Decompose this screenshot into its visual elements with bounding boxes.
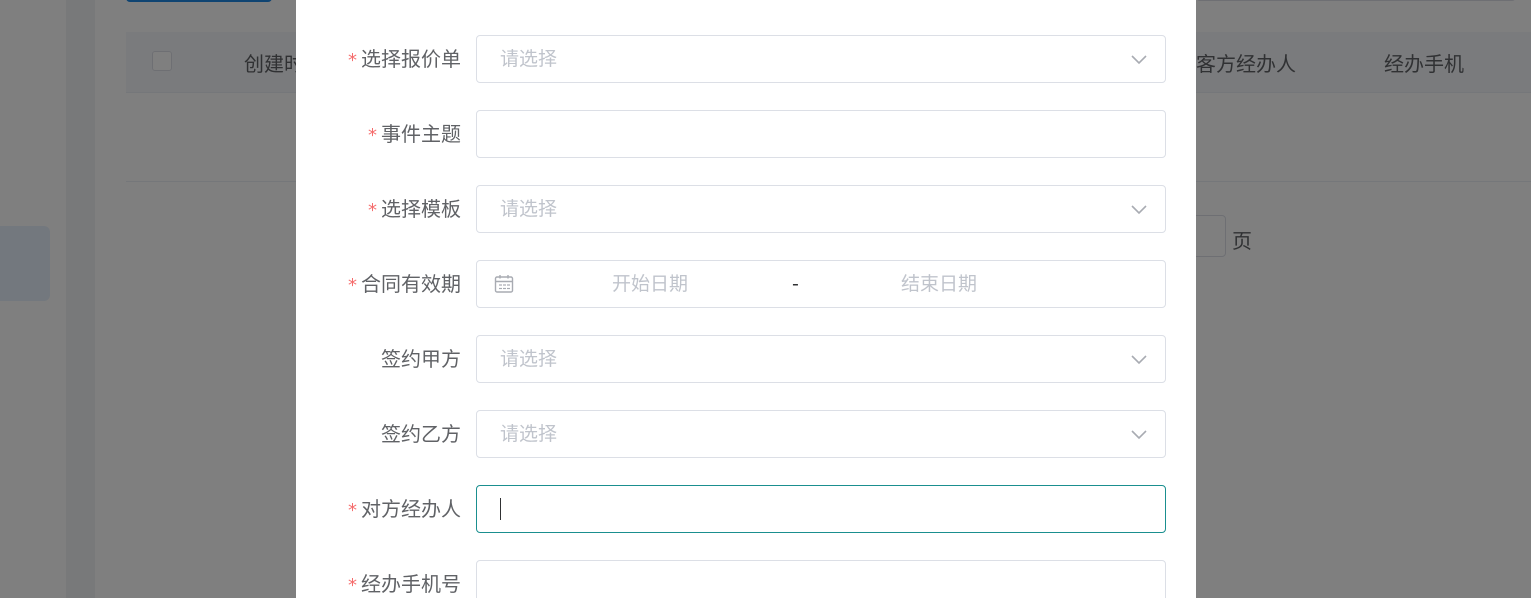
chevron-down-icon [1131, 430, 1147, 440]
form-label-agent-phone: * 经办手机号 [348, 572, 461, 596]
form-label-subject: * 事件主题 [368, 122, 461, 146]
template-select-placeholder: 请选择 [500, 198, 558, 220]
form-row-agent-phone: * 经办手机号 [296, 560, 1196, 598]
party-a-select-placeholder: 请选择 [500, 348, 558, 370]
form-row-party-b: 签约乙方 请选择 [296, 410, 1196, 458]
party-b-select-placeholder: 请选择 [500, 423, 558, 445]
party-b-select[interactable]: 请选择 [476, 410, 1166, 458]
required-mark: * [348, 575, 357, 596]
required-mark: * [348, 500, 357, 521]
form-row-validity: * 合同有效期 开始日期 - 结束日期 [296, 260, 1196, 308]
start-date-input[interactable]: 开始日期 [612, 261, 688, 307]
form-row-quote: * 选择报价单 请选择 [296, 35, 1196, 83]
form-label-counterpart-agent: * 对方经办人 [348, 497, 461, 521]
required-mark: * [348, 275, 357, 296]
required-mark: * [368, 125, 377, 146]
form-row-subject: * 事件主题 [296, 110, 1196, 158]
form-label-quote: * 选择报价单 [348, 47, 461, 71]
form-label-party-b: 签约乙方 [381, 422, 461, 446]
end-date-input[interactable]: 结束日期 [901, 261, 977, 307]
form-row-template: * 选择模板 请选择 [296, 185, 1196, 233]
calendar-icon [494, 275, 514, 293]
date-range-separator: - [792, 273, 799, 295]
chevron-down-icon [1131, 55, 1147, 65]
contract-dialog: * 选择报价单 请选择 * 事件主题 * 选择模板 请选择 * 合同有效期 开始… [296, 0, 1196, 598]
validity-date-range[interactable]: 开始日期 - 结束日期 [476, 260, 1166, 308]
counterpart-agent-input[interactable] [476, 485, 1166, 533]
quote-select-placeholder: 请选择 [500, 48, 558, 70]
subject-input[interactable] [476, 110, 1166, 158]
chevron-down-icon [1131, 205, 1147, 215]
text-caret [500, 498, 501, 520]
form-label-validity: * 合同有效期 [348, 272, 461, 296]
agent-phone-input[interactable] [476, 560, 1166, 598]
required-mark: * [368, 200, 377, 221]
party-a-select[interactable]: 请选择 [476, 335, 1166, 383]
form-label-template: * 选择模板 [368, 197, 461, 221]
template-select[interactable]: 请选择 [476, 185, 1166, 233]
form-row-counterpart-agent: * 对方经办人 [296, 485, 1196, 533]
form-row-party-a: 签约甲方 请选择 [296, 335, 1196, 383]
required-mark: * [348, 50, 357, 71]
quote-select[interactable]: 请选择 [476, 35, 1166, 83]
chevron-down-icon [1131, 355, 1147, 365]
form-label-party-a: 签约甲方 [381, 347, 461, 371]
